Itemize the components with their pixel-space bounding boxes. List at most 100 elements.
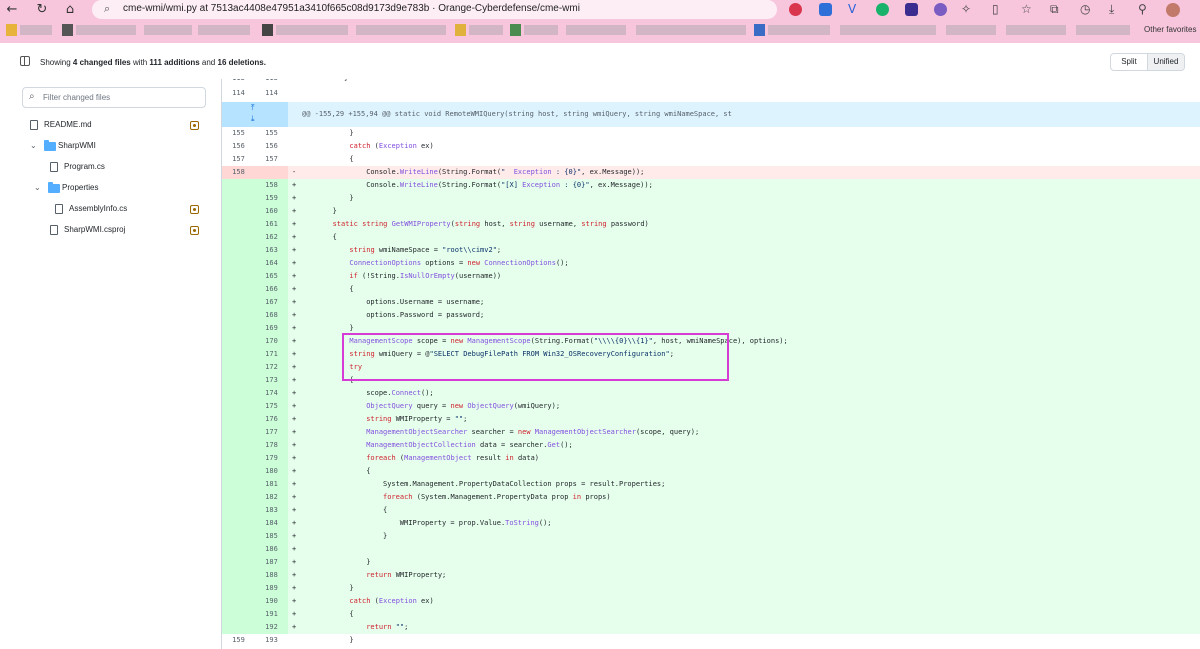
extensions-puzzle-icon[interactable]: ✧: [961, 2, 971, 17]
old-line-number[interactable]: [222, 387, 255, 400]
file-tree-item[interactable]: README.md: [0, 116, 206, 134]
old-line-number[interactable]: [222, 283, 255, 296]
old-line-number[interactable]: [222, 608, 255, 621]
new-line-number[interactable]: 165: [255, 270, 288, 283]
bookmark-item[interactable]: [840, 25, 936, 35]
old-line-number[interactable]: [222, 218, 255, 231]
expand-up-icon[interactable]: ⤒: [251, 103, 255, 113]
new-line-number[interactable]: 114: [255, 87, 288, 100]
old-line-number[interactable]: [222, 621, 255, 634]
expand-down-icon[interactable]: ⤓: [251, 114, 255, 124]
new-line-number[interactable]: 181: [255, 478, 288, 491]
new-line-number[interactable]: 157: [255, 153, 288, 166]
new-line-number[interactable]: 168: [255, 309, 288, 322]
history-icon[interactable]: ◷: [1080, 2, 1090, 17]
bookmark-item[interactable]: [356, 25, 446, 35]
new-line-number[interactable]: 185: [255, 530, 288, 543]
reload-icon[interactable]: ↻: [34, 2, 50, 18]
new-line-number[interactable]: 186: [255, 543, 288, 556]
bookmark-item[interactable]: [636, 25, 746, 35]
old-line-number[interactable]: 159: [222, 634, 255, 647]
downloads-icon[interactable]: ⤓: [1109, 2, 1114, 17]
old-line-number[interactable]: [222, 374, 255, 387]
old-line-number[interactable]: [222, 179, 255, 192]
old-line-number[interactable]: [222, 309, 255, 322]
bookmark-item[interactable]: [276, 25, 348, 35]
extension-icon[interactable]: [789, 3, 802, 16]
new-line-number[interactable]: 180: [255, 465, 288, 478]
file-tree-item[interactable]: ⌄ Properties: [0, 179, 206, 197]
new-line-number[interactable]: 182: [255, 491, 288, 504]
file-tree-item[interactable]: Program.cs: [0, 158, 206, 176]
new-line-number[interactable]: 171: [255, 348, 288, 361]
old-line-number[interactable]: [222, 582, 255, 595]
old-line-number[interactable]: [222, 517, 255, 530]
old-line-number[interactable]: [222, 452, 255, 465]
bookmark-item[interactable]: [469, 25, 503, 35]
new-line-number[interactable]: 188: [255, 569, 288, 582]
bookmark-item[interactable]: [524, 25, 558, 35]
bookmark-item[interactable]: [768, 25, 830, 35]
new-line-number[interactable]: 177: [255, 426, 288, 439]
bookmark-item[interactable]: [946, 25, 996, 35]
old-line-number[interactable]: [222, 556, 255, 569]
old-line-number[interactable]: [222, 270, 255, 283]
extension-icon[interactable]: [905, 3, 918, 16]
old-line-number[interactable]: [222, 504, 255, 517]
old-line-number[interactable]: [222, 348, 255, 361]
new-line-number[interactable]: 172: [255, 361, 288, 374]
old-line-number[interactable]: [222, 296, 255, 309]
old-line-number[interactable]: [222, 400, 255, 413]
new-line-number[interactable]: 158: [255, 179, 288, 192]
favorites-icon[interactable]: ☆: [1021, 2, 1032, 17]
old-line-number[interactable]: 113: [222, 79, 255, 85]
old-line-number[interactable]: [222, 491, 255, 504]
filter-files-field[interactable]: ⌕: [22, 87, 206, 108]
bookmark-icon[interactable]: [262, 24, 273, 36]
new-line-number[interactable]: 160: [255, 205, 288, 218]
bookmark-item[interactable]: [20, 25, 52, 35]
new-line-number[interactable]: 191: [255, 608, 288, 621]
address-bar[interactable]: ⌕ cme-wmi/wmi.py at 7513ac4408e47951a341…: [92, 0, 777, 19]
old-line-number[interactable]: [222, 543, 255, 556]
old-line-number[interactable]: [222, 361, 255, 374]
new-line-number[interactable]: 192: [255, 621, 288, 634]
new-line-number[interactable]: 178: [255, 439, 288, 452]
file-tree-item[interactable]: SharpWMI.csproj: [0, 221, 206, 239]
file-tree-item[interactable]: AssemblyInfo.cs: [0, 200, 206, 218]
chevron-down-icon[interactable]: ⌄: [30, 137, 37, 155]
extension-icon[interactable]: [819, 3, 832, 16]
bookmark-item[interactable]: [76, 25, 136, 35]
new-line-number[interactable]: 190: [255, 595, 288, 608]
bookmark-icon[interactable]: [62, 24, 73, 36]
old-line-number[interactable]: [222, 530, 255, 543]
new-line-number[interactable]: 113: [255, 79, 288, 85]
new-line-number[interactable]: 156: [255, 140, 288, 153]
extension-icon[interactable]: [934, 3, 947, 16]
new-line-number[interactable]: 183: [255, 504, 288, 517]
new-line-number[interactable]: 159: [255, 192, 288, 205]
new-line-number[interactable]: 189: [255, 582, 288, 595]
old-line-number[interactable]: [222, 231, 255, 244]
bookmark-icon[interactable]: [510, 24, 521, 36]
back-icon[interactable]: ←: [4, 2, 20, 18]
old-line-number[interactable]: [222, 257, 255, 270]
old-line-number[interactable]: [222, 335, 255, 348]
new-line-number[interactable]: 176: [255, 413, 288, 426]
old-line-number[interactable]: 114: [222, 87, 255, 100]
bookmark-item[interactable]: [566, 25, 626, 35]
new-line-number[interactable]: 162: [255, 231, 288, 244]
filter-files-input[interactable]: [43, 91, 198, 104]
other-favorites-label[interactable]: Other favorites: [1144, 25, 1196, 34]
file-tree-toggle-icon[interactable]: [20, 56, 30, 66]
bookmark-item[interactable]: [1076, 25, 1130, 35]
old-line-number[interactable]: 156: [222, 140, 255, 153]
new-line-number[interactable]: 175: [255, 400, 288, 413]
old-line-number[interactable]: 157: [222, 153, 255, 166]
new-line-number[interactable]: 169: [255, 322, 288, 335]
extension-icon[interactable]: [876, 3, 889, 16]
avatar[interactable]: [1166, 3, 1180, 17]
new-line-number[interactable]: 187: [255, 556, 288, 569]
old-line-number[interactable]: [222, 569, 255, 582]
new-line-number[interactable]: 170: [255, 335, 288, 348]
